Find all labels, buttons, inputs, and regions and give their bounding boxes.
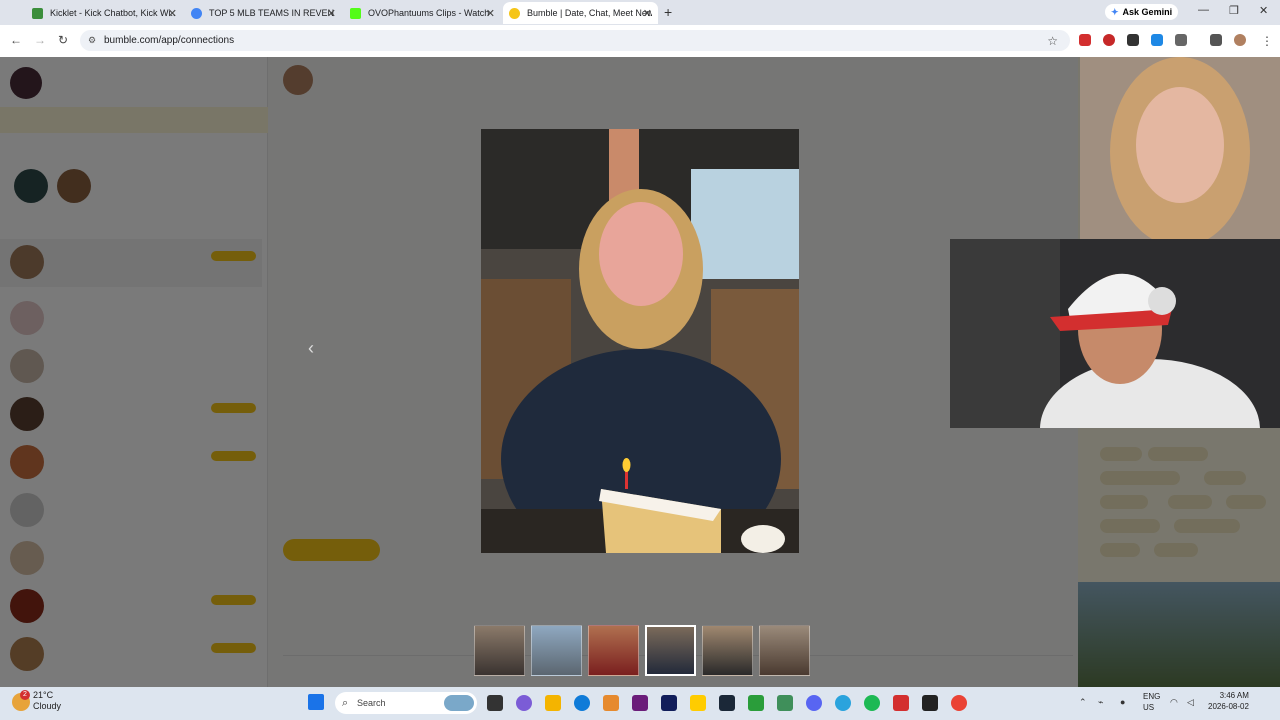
xbox-icon[interactable] — [748, 695, 764, 711]
steam-icon[interactable] — [719, 695, 735, 711]
close-tab-icon[interactable]: ✕ — [168, 7, 177, 20]
photo-thumbnail[interactable] — [531, 625, 582, 676]
language-indicator[interactable]: ENG US — [1143, 691, 1160, 713]
clock[interactable]: 3:46 AM 2026-08-02 — [1208, 690, 1249, 712]
chevron-up-icon[interactable]: ⌃ — [1079, 697, 1087, 708]
new-tab-icon[interactable]: + — [664, 4, 672, 20]
ask-gemini-button[interactable]: ✦ Ask Gemini — [1105, 4, 1179, 20]
edge-icon[interactable] — [574, 695, 590, 711]
telegram-icon[interactable] — [835, 695, 851, 711]
photo-thumbnail[interactable] — [588, 625, 639, 676]
network-icon[interactable]: ⌁ — [1098, 697, 1103, 708]
app-icon[interactable] — [893, 695, 909, 711]
extensions-puzzle-icon[interactable] — [1175, 34, 1187, 46]
wifi-icon[interactable]: ◠ — [1170, 697, 1178, 708]
photo-thumbnail[interactable] — [702, 625, 753, 676]
search-highlight-icon — [444, 695, 474, 711]
extension-icon[interactable] — [1079, 34, 1091, 46]
app-icon[interactable] — [632, 695, 648, 711]
site-info-icon[interactable]: ⚙ — [88, 35, 96, 46]
volume-icon[interactable]: ◁ — [1187, 697, 1194, 708]
kick-favicon-icon — [350, 7, 361, 19]
tab-mlb[interactable]: TOP 5 MLB TEAMS IN REVENUE ✕ — [185, 2, 342, 24]
tab-kicklet[interactable]: Kicklet - Kick Chatbot, Kick Wi... ✕ — [26, 2, 183, 24]
obs-icon[interactable] — [922, 695, 938, 711]
spotify-icon[interactable] — [864, 695, 880, 711]
close-window-icon[interactable]: ✕ — [1259, 4, 1268, 17]
tab-bumble[interactable]: Bumble | Date, Chat, Meet New ✕ — [503, 2, 658, 24]
search-icon: ⌕ — [342, 696, 349, 709]
app-icon[interactable] — [603, 695, 619, 711]
previous-photo-icon[interactable]: ‹ — [308, 338, 314, 359]
reload-icon[interactable]: ↻ — [58, 33, 68, 47]
minimize-icon[interactable]: — — [1198, 4, 1209, 16]
taskbar-search[interactable]: ⌕ Search — [335, 692, 477, 714]
weather-widget[interactable]: 21°C Cloudy — [33, 690, 61, 712]
profile-avatar[interactable] — [1234, 34, 1246, 46]
photo-thumbnails — [474, 625, 810, 676]
bumble-favicon-icon — [509, 7, 520, 19]
file-explorer-icon[interactable] — [545, 695, 561, 711]
photo-thumbnail[interactable] — [474, 625, 525, 676]
photo-thumbnail[interactable] — [645, 625, 696, 676]
bookmark-star-icon[interactable]: ☆ — [1047, 34, 1058, 48]
app-icon[interactable] — [690, 695, 706, 711]
app-icon[interactable] — [777, 695, 793, 711]
webcam-feed — [950, 239, 1280, 428]
extension-icon[interactable] — [1103, 34, 1115, 46]
back-icon[interactable]: ← — [10, 33, 22, 47]
address-bar[interactable]: ⚙ bumble.com/app/connections ☆ — [80, 30, 1070, 51]
tab-ovo[interactable]: OVOPhantuums Clips - Watch ✕ — [344, 2, 501, 24]
forward-icon[interactable]: → — [34, 33, 46, 47]
maximize-icon[interactable]: ❐ — [1229, 4, 1239, 17]
webcam-feed-top — [1080, 57, 1280, 239]
extension-icon[interactable] — [1151, 34, 1163, 46]
google-favicon-icon — [191, 7, 202, 19]
chrome-icon[interactable] — [951, 695, 967, 711]
notification-badge: 2 — [20, 690, 30, 700]
close-tab-icon[interactable]: ✕ — [486, 7, 495, 20]
photo-thumbnail[interactable] — [759, 625, 810, 676]
kicklet-favicon-icon — [32, 7, 43, 19]
reading-list-icon[interactable] — [1210, 34, 1222, 46]
copilot-icon[interactable] — [516, 695, 532, 711]
menu-kebab-icon[interactable]: ⋮ — [1261, 34, 1273, 48]
discord-icon[interactable] — [806, 695, 822, 711]
close-tab-icon[interactable]: ✕ — [327, 7, 336, 20]
sparkle-icon: ✦ — [1111, 6, 1119, 17]
start-icon[interactable] — [308, 694, 324, 710]
mic-icon[interactable]: ● — [1120, 697, 1125, 707]
extension-icon[interactable] — [1127, 34, 1139, 46]
premiere-icon[interactable] — [661, 695, 677, 711]
close-tab-icon[interactable]: ✕ — [643, 7, 652, 20]
task-view-icon[interactable] — [487, 695, 503, 711]
profile-photo-large — [481, 129, 799, 553]
